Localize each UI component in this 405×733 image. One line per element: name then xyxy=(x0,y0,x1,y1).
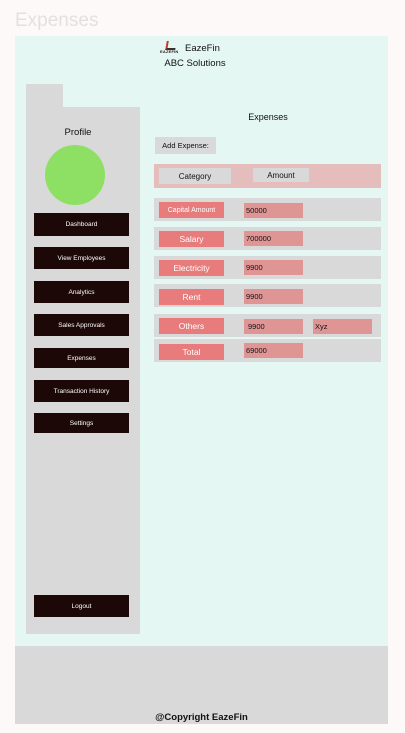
sidebar-item-sales-approvals[interactable]: Sales Approvals xyxy=(34,314,129,336)
logout-button[interactable]: Logout xyxy=(34,595,129,617)
page-title: Expenses xyxy=(15,10,99,31)
amount-field[interactable]: 50000 xyxy=(244,203,303,218)
sidebar-item-settings[interactable]: Settings xyxy=(34,413,129,433)
category-label: Electricity xyxy=(159,260,224,276)
amount-field[interactable]: 9900 xyxy=(244,319,303,334)
category-header: Category xyxy=(159,168,231,184)
amount-field[interactable]: 9900 xyxy=(244,289,303,304)
eazefin-logo: EAZEFIN xyxy=(160,41,181,54)
sidebar-item-view-employees[interactable]: View Employees xyxy=(34,247,129,269)
sidebar-item-expenses[interactable]: Expenses xyxy=(34,348,129,368)
brand-name: EazeFin xyxy=(185,43,220,54)
category-label: Salary xyxy=(159,231,224,247)
note-field[interactable]: Xyz xyxy=(313,319,372,334)
amount-header: Amount xyxy=(253,168,309,182)
amount-field[interactable]: 700000 xyxy=(244,231,303,246)
sidebar-item-analytics[interactable]: Analytics xyxy=(34,281,129,303)
profile-label: Profile xyxy=(64,127,92,138)
category-label: Capital Amount xyxy=(159,202,224,218)
amount-field: 69000 xyxy=(244,343,303,358)
copyright-text: @Copyright EazeFin xyxy=(155,712,248,723)
category-label: Rent xyxy=(159,289,224,305)
add-expense-button[interactable]: Add Expense: xyxy=(155,137,216,154)
category-label: Others xyxy=(159,318,224,334)
sidebar-tab[interactable] xyxy=(26,84,63,107)
amount-field[interactable]: 9900 xyxy=(244,260,303,275)
sidebar-item-dashboard[interactable]: Dashboard xyxy=(34,213,129,236)
category-label: Total xyxy=(159,344,224,360)
company-name: ABC Solutions xyxy=(164,58,226,69)
avatar[interactable] xyxy=(45,145,105,205)
sidebar-item-transaction-history[interactable]: Transaction History xyxy=(34,380,129,402)
main-title: Expenses xyxy=(248,112,288,122)
